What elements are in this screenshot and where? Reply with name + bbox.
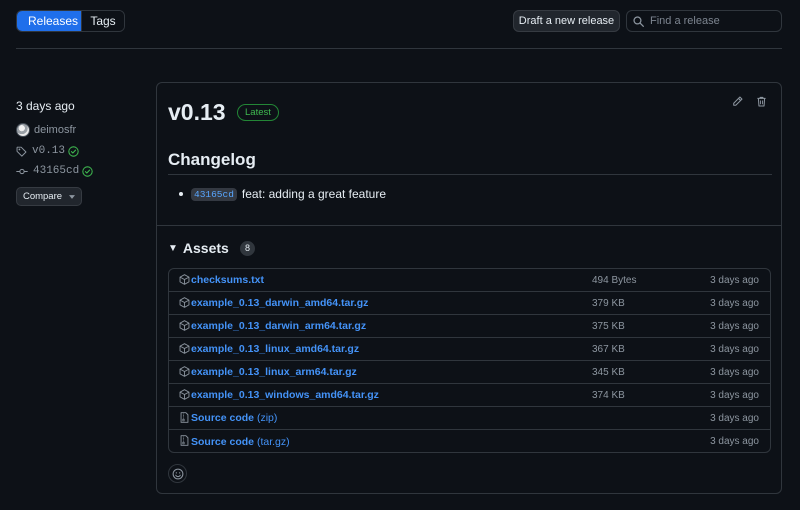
assets-count-badge: 8 [240, 241, 255, 256]
draft-release-button[interactable]: Draft a new release [513, 10, 620, 32]
asset-link[interactable]: Source code (zip) [191, 412, 277, 424]
release-search[interactable] [626, 10, 782, 32]
package-icon [179, 343, 190, 354]
asset-name: example_0.13_darwin_arm64.tar.gz [191, 320, 367, 332]
commit-row[interactable]: 43165cd [16, 165, 146, 177]
commit-sha[interactable]: 43165cd [33, 165, 79, 177]
asset-date: 3 days ago [710, 412, 759, 424]
asset-link[interactable]: example_0.13_windows_amd64.tar.gz [191, 389, 379, 401]
author-row[interactable]: deimosfr [16, 123, 146, 137]
tag-icon [16, 146, 27, 157]
header-divider [16, 48, 782, 49]
package-icon [179, 389, 190, 400]
asset-size: 367 KB [592, 343, 625, 355]
asset-name: checksums.txt [191, 274, 264, 286]
asset-row: example_0.13_darwin_amd64.tar.gz 379 KB 3 … [169, 292, 770, 315]
asset-link[interactable]: Source code (tar.gz) [191, 436, 290, 448]
tab-releases[interactable]: Releases [17, 11, 81, 31]
package-icon [179, 274, 190, 285]
asset-row: example_0.13_linux_arm64.tar.gz 345 KB 3 d… [169, 361, 770, 384]
package-icon [179, 366, 190, 377]
asset-row: Source code (tar.gz) 3 days ago [169, 430, 770, 452]
author-name[interactable]: deimosfr [34, 124, 76, 136]
assets-divider [157, 225, 781, 226]
asset-date: 3 days ago [710, 389, 759, 401]
release-meta: 3 days ago deimosfr v0.13 43165cd Compar… [16, 99, 146, 206]
asset-link[interactable]: example_0.13_darwin_amd64.tar.gz [191, 297, 368, 309]
file-zip-icon [179, 412, 190, 423]
trash-icon[interactable] [756, 96, 767, 107]
asset-link[interactable]: example_0.13_darwin_arm64.tar.gz [191, 320, 366, 332]
file-zip-icon [179, 435, 190, 446]
release-tag-switch: Releases Tags [16, 10, 125, 32]
compare-button[interactable]: Compare [16, 187, 82, 206]
asset-size: 379 KB [592, 297, 625, 309]
bullet [179, 192, 183, 196]
search-input[interactable] [650, 15, 775, 27]
chevron-down-icon [69, 194, 76, 199]
avatar [16, 123, 30, 137]
commit-link[interactable]: 43165cd [191, 187, 237, 201]
triangle-down-icon: ▼ [168, 242, 178, 254]
asset-size: 494 Bytes [592, 274, 637, 286]
asset-size: 374 KB [592, 389, 625, 401]
assets-table: checksums.txt 494 Bytes 3 days ago example_… [168, 268, 771, 453]
changelog-text: feat: adding a great feature [241, 187, 387, 201]
asset-date: 3 days ago [710, 297, 759, 309]
tab-tags[interactable]: Tags [81, 11, 124, 31]
assets-label: Assets [182, 240, 229, 256]
git-commit-icon [16, 166, 28, 177]
asset-link[interactable]: example_0.13_linux_amd64.tar.gz [191, 343, 359, 355]
asset-name: example_0.13_darwin_amd64.tar.gz [191, 297, 369, 309]
release-title[interactable]: v0.13 [168, 99, 226, 126]
add-reaction-button[interactable] [168, 464, 187, 483]
asset-name: example_0.13_windows_amd64.tar.gz [191, 389, 379, 401]
asset-size: 375 KB [592, 320, 625, 332]
tag-row[interactable]: v0.13 [16, 145, 146, 157]
asset-row: Source code (zip) 3 days ago [169, 407, 770, 430]
asset-row: checksums.txt 494 Bytes 3 days ago [169, 269, 770, 292]
asset-date: 3 days ago [710, 274, 759, 286]
asset-date: 3 days ago [710, 343, 759, 355]
release-time: 3 days ago [16, 99, 75, 113]
asset-date: 3 days ago [710, 366, 759, 378]
release-card: v0.13 Latest Changelog 43165cd feat: add… [156, 82, 782, 494]
search-icon [633, 15, 644, 27]
compare-label: Compare [22, 191, 63, 202]
asset-format: (tar.gz) [256, 435, 290, 448]
asset-format: (zip) [256, 412, 278, 424]
pencil-icon[interactable] [732, 96, 743, 107]
tag-name[interactable]: v0.13 [32, 145, 65, 157]
asset-name: Source code [191, 435, 255, 448]
asset-row: example_0.13_darwin_arm64.tar.gz 375 KB 3 … [169, 315, 770, 338]
changelog-divider [168, 174, 772, 175]
asset-name: example_0.13_linux_amd64.tar.gz [191, 343, 360, 355]
asset-row: example_0.13_linux_amd64.tar.gz 367 KB 3 d… [169, 338, 770, 361]
asset-name: example_0.13_linux_arm64.tar.gz [191, 366, 357, 378]
verified-check-icon [68, 145, 79, 157]
asset-name: Source code [191, 412, 255, 424]
package-icon [179, 320, 190, 331]
latest-badge: Latest [237, 104, 279, 121]
asset-size: 345 KB [592, 366, 625, 378]
asset-row: example_0.13_windows_amd64.tar.gz 374 KB 3… [169, 384, 770, 407]
package-icon [179, 297, 190, 308]
verified-check-icon [82, 165, 93, 177]
smiley-icon [172, 468, 184, 480]
changelog-heading: Changelog [168, 150, 256, 169]
assets-toggle[interactable]: ▼ Assets [168, 240, 229, 256]
asset-link[interactable]: example_0.13_linux_arm64.tar.gz [191, 366, 357, 378]
asset-link[interactable]: checksums.txt [191, 274, 264, 286]
asset-date: 3 days ago [710, 320, 759, 332]
asset-date: 3 days ago [710, 436, 759, 447]
changelog-item: 43165cd feat: adding a great feature [179, 187, 386, 201]
